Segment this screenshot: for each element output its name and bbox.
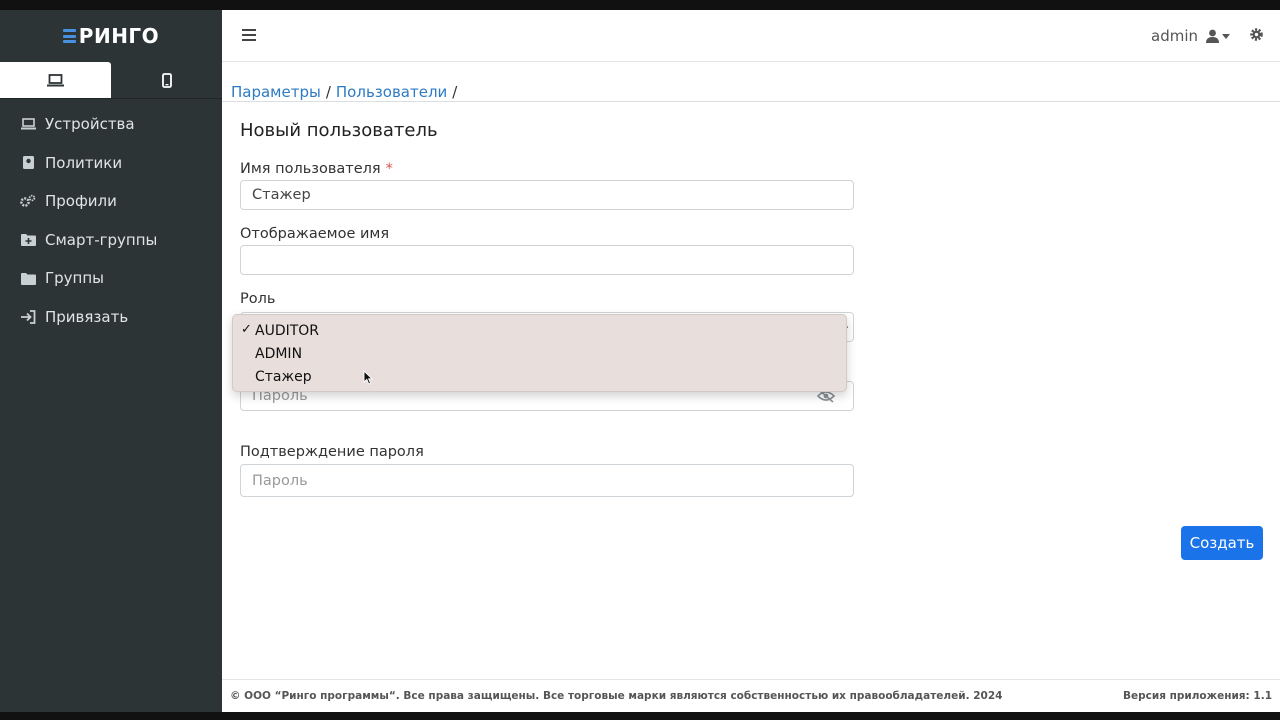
- display-name-label: Отображаемое имя: [240, 226, 390, 242]
- sidebar-item-label: Группы: [45, 269, 105, 288]
- app-window: РИНГО Устройства Политики Профили Смарт-…: [0, 10, 1280, 712]
- username-label: Имя пользователя *: [240, 161, 393, 177]
- username-label-text: Имя пользователя: [240, 161, 381, 177]
- device-tabs: [0, 62, 222, 99]
- laptop-icon: [47, 73, 64, 86]
- role-option-label: ADMIN: [255, 345, 303, 362]
- footer: © ООО “Ринго программы“. Все права защищ…: [222, 679, 1280, 712]
- sidebar-item-policies[interactable]: Политики: [0, 144, 222, 183]
- user-menu[interactable]: admin: [1151, 10, 1230, 62]
- brand-name: РИНГО: [78, 24, 160, 48]
- role-option-admin[interactable]: ADMIN: [233, 342, 846, 365]
- create-button[interactable]: Создать: [1181, 526, 1263, 560]
- mobile-icon: [161, 72, 172, 88]
- sidebar: РИНГО Устройства Политики Профили Смарт-…: [0, 10, 222, 712]
- breadcrumb-settings[interactable]: Параметры: [231, 83, 321, 101]
- sidebar-item-label: Политики: [45, 153, 123, 172]
- sidebar-item-groups[interactable]: Группы: [0, 259, 222, 298]
- role-option-label: Стажер: [255, 368, 312, 385]
- chevron-down-icon: [1222, 33, 1230, 39]
- sidebar-item-label: Привязать: [45, 307, 129, 326]
- gears-icon: [20, 193, 36, 209]
- book-icon: [20, 155, 36, 171]
- menu-toggle-icon[interactable]: [242, 29, 256, 41]
- role-option-auditor[interactable]: ✓ AUDITOR: [233, 319, 846, 342]
- breadcrumb-separator: /: [452, 83, 458, 101]
- brand-logo[interactable]: РИНГО: [0, 10, 222, 62]
- tab-desktop[interactable]: [0, 62, 111, 98]
- sidebar-item-bind[interactable]: Привязать: [0, 298, 222, 337]
- role-option-trainee[interactable]: Стажер: [233, 365, 846, 388]
- footer-copyright: © ООО “Ринго программы“. Все права защищ…: [230, 690, 1003, 702]
- display-name-input[interactable]: [240, 245, 854, 275]
- sidebar-item-label: Профили: [45, 192, 117, 211]
- sidebar-item-label: Смарт-группы: [45, 230, 158, 249]
- confirm-password-input[interactable]: Пароль: [240, 464, 854, 497]
- confirm-password-label: Подтверждение пароля: [240, 444, 424, 460]
- required-mark: *: [385, 161, 393, 177]
- footer-version: Версия приложения: 1.1: [1122, 690, 1272, 702]
- sign-in-icon: [20, 309, 36, 325]
- sidebar-item-devices[interactable]: Устройства: [0, 105, 222, 144]
- sidebar-item-smart-groups[interactable]: Смарт-группы: [0, 221, 222, 260]
- folder-plus-icon: [20, 232, 36, 248]
- role-dropdown-menu: ✓ AUDITOR ADMIN Стажер: [232, 314, 847, 392]
- user-name: admin: [1151, 27, 1198, 45]
- breadcrumb-divider: [222, 101, 1280, 102]
- page-title: Новый пользователь: [240, 120, 438, 141]
- role-label: Роль: [240, 291, 276, 307]
- username-input[interactable]: Стажер: [240, 180, 854, 210]
- breadcrumb-separator: /: [325, 83, 331, 101]
- username-value: Стажер: [252, 187, 311, 203]
- gear-icon[interactable]: [1249, 27, 1264, 42]
- laptop-icon: [20, 116, 36, 132]
- brand-mark-icon: [62, 29, 76, 43]
- user-icon: [1206, 29, 1219, 43]
- breadcrumb-users[interactable]: Пользователи: [336, 83, 447, 101]
- topbar: admin: [222, 10, 1280, 62]
- sidebar-nav: Устройства Политики Профили Смарт-группы: [0, 105, 222, 336]
- sidebar-item-profiles[interactable]: Профили: [0, 182, 222, 221]
- tab-mobile[interactable]: [111, 62, 222, 98]
- sidebar-item-label: Устройства: [45, 115, 135, 134]
- breadcrumb: Параметры / Пользователи /: [231, 72, 462, 112]
- role-option-label: AUDITOR: [255, 322, 320, 339]
- mouse-cursor-icon: [363, 370, 373, 385]
- checkmark-icon: ✓: [241, 322, 252, 337]
- confirm-password-placeholder: Пароль: [252, 472, 308, 489]
- folder-icon: [20, 270, 36, 286]
